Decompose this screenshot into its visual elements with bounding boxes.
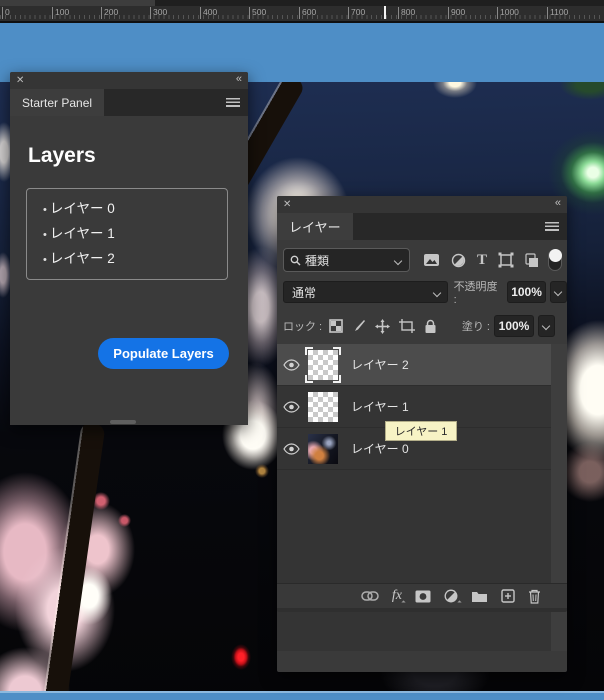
visibility-toggle[interactable] <box>277 358 305 371</box>
layers-heading: Layers <box>28 144 96 167</box>
delete-layer-trash-icon[interactable] <box>528 589 541 604</box>
opacity-value-field[interactable]: 100% <box>506 281 547 303</box>
ruler-label: 300 <box>150 7 167 19</box>
starter-panel-tab-row: Starter Panel <box>10 89 248 116</box>
close-icon[interactable]: ✕ <box>283 198 291 211</box>
list-item: レイヤー 0 <box>43 197 227 222</box>
chevron-down-icon <box>434 289 442 297</box>
layer-thumbnail[interactable] <box>305 346 341 383</box>
list-item: レイヤー 1 <box>43 222 227 247</box>
starter-panel-content: Layers レイヤー 0 レイヤー 1 レイヤー 2 Populate Lay… <box>10 116 248 425</box>
opacity-label: 不透明度 : <box>453 281 498 306</box>
filter-smart-object-icon[interactable] <box>525 252 539 268</box>
layers-panel-header[interactable]: ✕ « <box>277 196 567 213</box>
photoshop-window: 0 100 200 300 400 500 600 700 800 900 10… <box>0 0 604 700</box>
panel-menu-icon[interactable] <box>545 222 559 231</box>
layers-panel-toolbar: fx <box>277 583 567 608</box>
layer-name[interactable]: レイヤー 2 <box>351 356 409 373</box>
search-icon <box>290 255 301 265</box>
ruler-label: 700 <box>348 7 365 19</box>
eye-icon <box>282 358 300 371</box>
ruler-cursor-indicator <box>384 6 386 19</box>
opacity-dropdown-button[interactable] <box>550 281 567 303</box>
lock-image-pixels-icon[interactable] <box>352 319 366 333</box>
filter-kind-label: 種類 <box>305 253 330 268</box>
close-icon[interactable]: ✕ <box>16 74 24 87</box>
ruler-label: 1100 <box>547 7 568 19</box>
lock-transparent-pixels-icon[interactable] <box>329 319 343 333</box>
filter-kind-dropdown[interactable]: 種類 <box>283 248 410 272</box>
ruler-label: 200 <box>101 7 118 19</box>
layers-panel-tab-row: レイヤー <box>277 213 567 240</box>
layer-name[interactable]: レイヤー 0 <box>351 440 409 457</box>
filter-adjustment-layers-icon[interactable] <box>451 253 466 268</box>
collapse-icon[interactable]: « <box>236 73 242 85</box>
horizontal-ruler[interactable]: 0 100 200 300 400 500 600 700 800 900 10… <box>0 6 604 23</box>
ruler-label: 1000 <box>497 7 519 19</box>
populate-layers-button[interactable]: Populate Layers <box>98 338 229 369</box>
layer-name[interactable]: レイヤー 1 <box>351 398 409 415</box>
tab-starter-panel[interactable]: Starter Panel <box>10 89 105 116</box>
fill-value-field[interactable]: 100% <box>494 315 534 337</box>
ruler-label: 100 <box>52 7 69 19</box>
visibility-toggle[interactable] <box>277 400 305 413</box>
tab-layers[interactable]: レイヤー <box>277 213 353 240</box>
chevron-down-icon <box>555 288 563 296</box>
filter-toggle[interactable] <box>548 249 563 271</box>
lock-position-icon[interactable] <box>375 318 391 334</box>
layer-name-list-box: レイヤー 0 レイヤー 1 レイヤー 2 <box>26 188 228 280</box>
ruler-label: 0 <box>2 7 10 19</box>
starter-panel: ✕ « Starter Panel Layers レイヤー 0 レイヤー 1 レ… <box>10 72 248 425</box>
fill-label: 塗り : <box>461 321 490 333</box>
lock-all-icon[interactable] <box>424 319 437 334</box>
layer-name-tooltip: レイヤー 1 <box>385 421 457 441</box>
chevron-down-icon <box>395 257 403 265</box>
ruler-label: 600 <box>299 7 316 19</box>
filter-type-layers-icon[interactable]: T <box>477 252 487 269</box>
lock-label: ロック : <box>283 321 323 333</box>
filter-shape-layers-icon[interactable] <box>498 252 514 268</box>
eye-icon <box>282 400 300 413</box>
ruler-label: 400 <box>200 7 217 19</box>
new-adjustment-layer-icon[interactable] <box>444 589 458 603</box>
visibility-toggle[interactable] <box>277 442 305 455</box>
starter-panel-header[interactable]: ✕ « <box>10 72 248 89</box>
panel-resize-notch[interactable] <box>110 420 136 424</box>
lock-artboard-icon[interactable] <box>399 319 416 333</box>
panel-bottom-edge[interactable] <box>277 608 567 612</box>
ruler-label: 800 <box>398 7 415 19</box>
panel-menu-icon[interactable] <box>226 98 240 107</box>
add-layer-mask-icon[interactable] <box>415 590 431 603</box>
ruler-label: 900 <box>448 7 465 19</box>
list-item: レイヤー 2 <box>43 247 227 272</box>
collapse-icon[interactable]: « <box>555 197 561 209</box>
link-layers-icon[interactable] <box>361 591 379 601</box>
fill-dropdown-button[interactable] <box>538 315 555 337</box>
filter-pixel-layers-icon[interactable] <box>423 253 440 267</box>
chevron-down-icon <box>543 322 551 330</box>
new-layer-icon[interactable] <box>501 589 515 603</box>
eye-icon <box>282 442 300 455</box>
ruler-label: 500 <box>249 7 266 19</box>
layer-thumbnail[interactable] <box>305 389 341 425</box>
blend-mode-value: 通常 <box>292 285 317 300</box>
layer-style-fx-icon[interactable]: fx <box>392 589 402 603</box>
blend-mode-dropdown[interactable]: 通常 <box>283 281 448 303</box>
layer-thumbnail[interactable] <box>305 431 341 467</box>
new-group-folder-icon[interactable] <box>471 590 488 603</box>
layer-row-layer-2[interactable]: レイヤー 2 <box>277 344 551 386</box>
